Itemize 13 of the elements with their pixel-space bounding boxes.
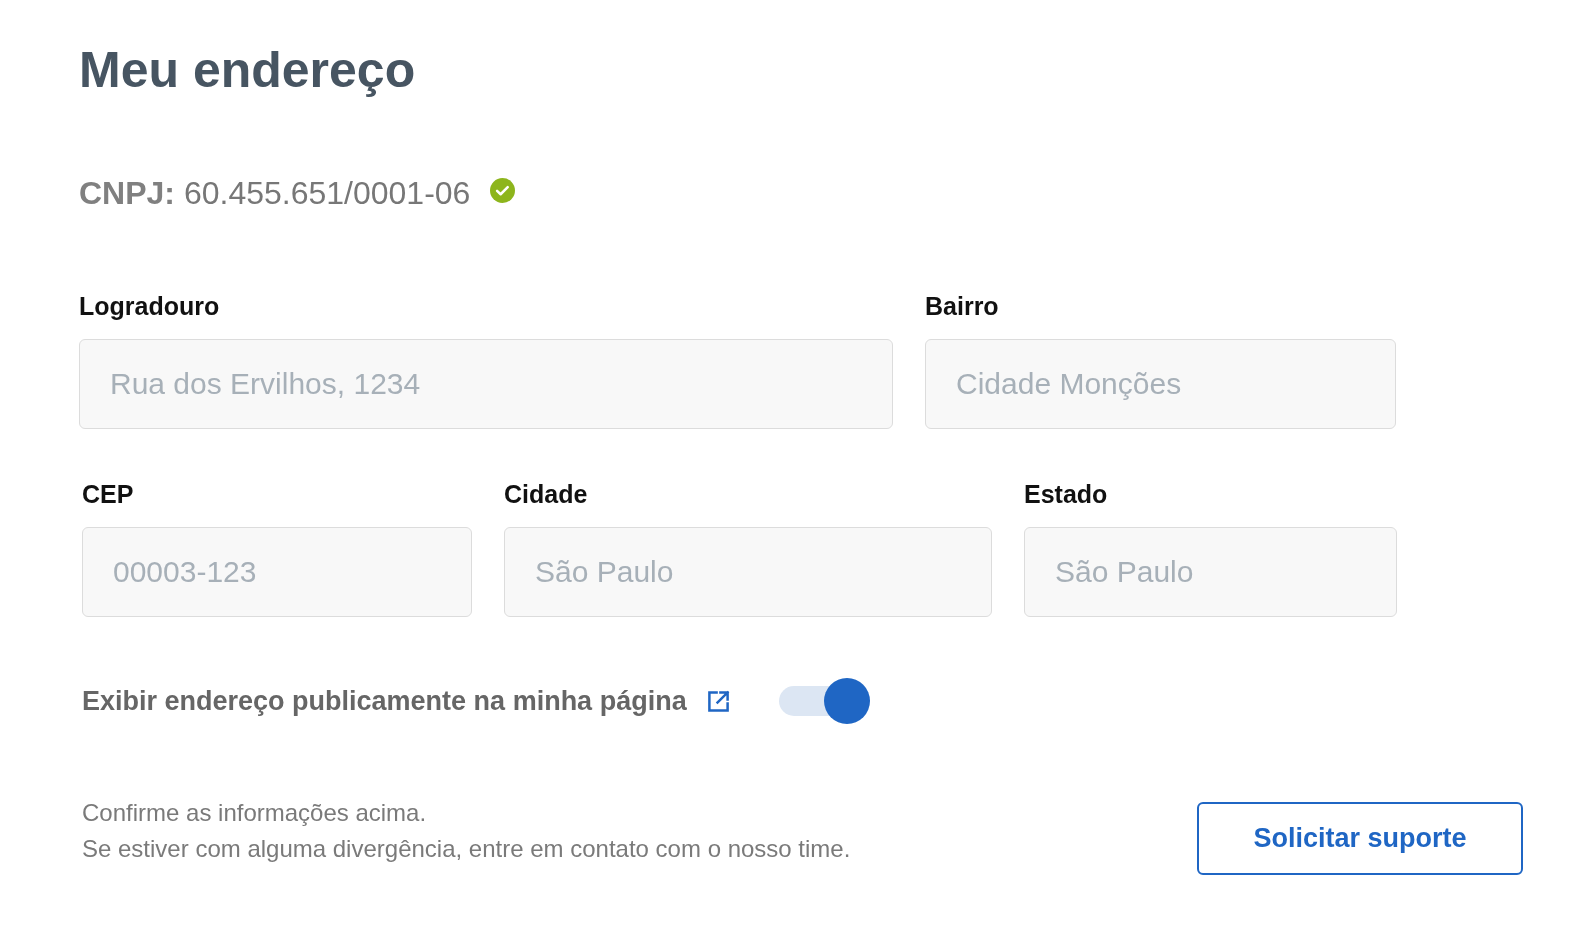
toggle-label: Exibir endereço publicamente na minha página: [82, 685, 687, 717]
notice-text: Se estiver com alguma divergência, entre em contato com o nosso time.: [82, 834, 851, 864]
support-button[interactable]: Solicitar suporte: [1197, 802, 1523, 875]
page-title: Meu endereço: [79, 41, 417, 100]
external-link-icon[interactable]: [706, 689, 730, 713]
field-label: Logradouro: [79, 291, 221, 321]
cnpj-text: CNPJ: 60.455.651/0001-06: [79, 174, 471, 213]
field-label: Bairro: [925, 291, 1000, 321]
field-label: Cidade: [504, 479, 589, 509]
toggle-switch[interactable]: [778, 678, 870, 724]
field-label: Estado: [1024, 479, 1109, 509]
notice-text: Confirme as informações acima.: [82, 798, 428, 828]
field-label: CEP: [82, 479, 135, 509]
